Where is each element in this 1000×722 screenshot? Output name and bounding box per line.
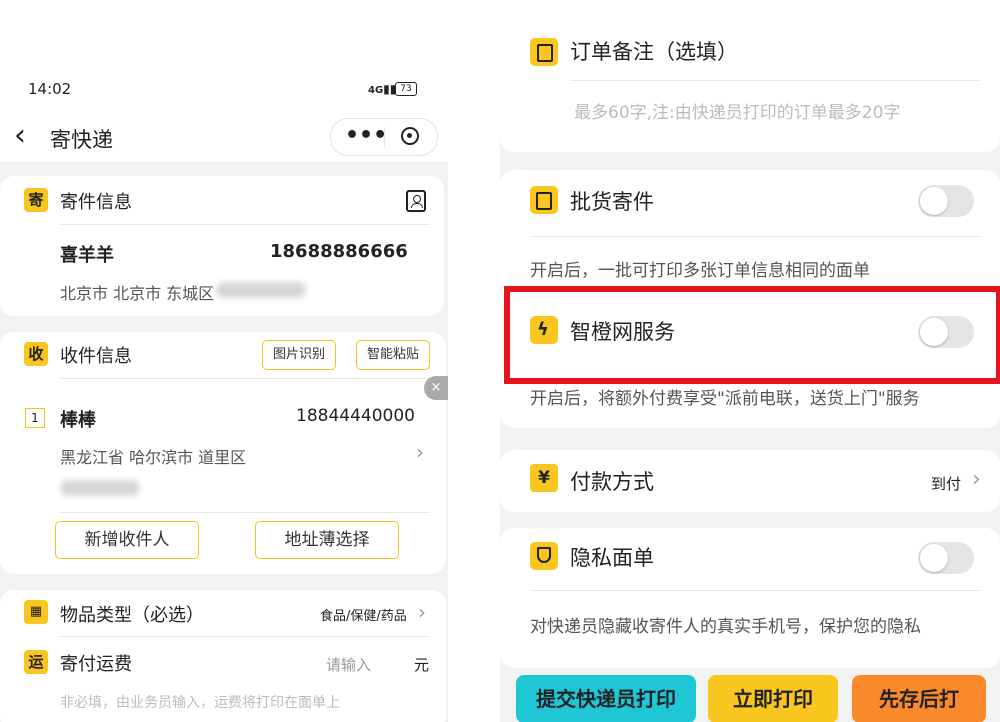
note-icon xyxy=(530,38,558,66)
sender-badge: 寄 xyxy=(24,188,48,212)
payment-title: 付款方式 xyxy=(570,470,654,494)
more-icon[interactable]: ••• xyxy=(345,125,387,147)
remark-input[interactable]: 最多60字,注:由快递员打印的订单最多20字 xyxy=(574,98,900,123)
chevron-right-icon[interactable]: › xyxy=(418,600,426,624)
receiver-name: 棒棒 xyxy=(60,410,96,431)
privacy-card: 隐私面单 对快递员隐藏收寄件人的真实手机号，保护您的隐私 xyxy=(500,528,1000,668)
receiver-index: 1 xyxy=(25,408,45,428)
save-then-print-button[interactable]: 先存后打 xyxy=(852,675,986,722)
receiver-title: 收件信息 xyxy=(60,346,132,367)
sender-card: 寄 寄件信息 喜羊羊 18688886666 北京市 北京市 东城区 xyxy=(0,176,444,316)
privacy-toggle[interactable] xyxy=(918,542,974,574)
freight-unit: 元 xyxy=(414,656,430,674)
divider xyxy=(60,378,430,379)
status-time: 14:02 xyxy=(28,80,72,98)
capsule-divider xyxy=(384,127,385,147)
divider xyxy=(570,80,980,81)
batch-title: 批货寄件 xyxy=(570,190,654,214)
sender-address: 北京市 北京市 东城区 xyxy=(60,284,215,303)
right-screen: 订单备注（选填） 最多60字,注:由快递员打印的订单最多20字 批货寄件 开启后… xyxy=(500,0,1000,722)
payment-badge: ¥ xyxy=(530,464,558,492)
payment-value: 到付 xyxy=(931,475,962,493)
address-book-button[interactable]: 地址薄选择 xyxy=(255,521,399,559)
freight-hint: 非必填，由业务员输入，运费将打印在面单上 xyxy=(60,695,340,711)
remark-title: 订单备注（选填） xyxy=(570,40,738,64)
receiver-address-blurred xyxy=(60,480,140,496)
freight-input[interactable]: 请输入 xyxy=(326,654,371,675)
left-screen: 14:02 4G▮▮ 73 ‹ 寄快递 ••• 寄 寄件信息 喜羊羊 18688… xyxy=(0,0,448,722)
batch-toggle[interactable] xyxy=(918,185,974,217)
divider xyxy=(60,636,430,637)
back-icon[interactable]: ‹ xyxy=(14,118,26,154)
goods-value[interactable]: 食品/保健/药品 xyxy=(320,605,407,624)
batch-desc: 开启后，一批可打印多张订单信息相同的面单 xyxy=(530,261,870,281)
divider xyxy=(60,512,430,513)
sender-title: 寄件信息 xyxy=(60,192,132,213)
add-receiver-button[interactable]: 新增收件人 xyxy=(55,521,199,559)
highlight-box xyxy=(504,286,1000,384)
payment-card[interactable]: ¥ 付款方式 到付 › xyxy=(500,450,1000,512)
goods-card: ▦ 物品类型（必选） 食品/保健/药品 › 运 寄付运费 请输入 元 非必填，由… xyxy=(0,590,446,722)
box-icon xyxy=(530,186,558,214)
divider xyxy=(60,224,430,225)
page-title: 寄快递 xyxy=(50,128,113,152)
privacy-title: 隐私面单 xyxy=(570,546,654,570)
receiver-badge: 收 xyxy=(24,342,48,366)
signal-icon: 4G▮▮ xyxy=(368,82,397,96)
sender-name: 喜羊羊 xyxy=(60,245,114,266)
battery-icon: 73 xyxy=(395,82,417,96)
receiver-card: 收 收件信息 图片识别 智能粘贴 × 1 棒棒 18844440000 黑龙江省… xyxy=(0,332,448,574)
close-miniapp-icon[interactable] xyxy=(401,127,419,145)
grid-icon: ▦ xyxy=(24,600,48,624)
sender-phone: 18688886666 xyxy=(270,241,408,262)
close-icon[interactable]: × xyxy=(424,376,448,400)
smart-paste-button[interactable]: 智能粘贴 xyxy=(356,340,430,370)
receiver-address: 黑龙江省 哈尔滨市 道里区 xyxy=(60,448,247,467)
battery-level: 73 xyxy=(400,84,412,94)
submit-courier-print-button[interactable]: 提交快递员打印 xyxy=(516,675,696,722)
sender-address-blurred xyxy=(216,282,306,298)
freight-badge: 运 xyxy=(24,650,48,674)
goods-title: 物品类型（必选） xyxy=(60,605,204,626)
remark-card: 订单备注（选填） 最多60字,注:由快递员打印的订单最多20字 xyxy=(500,0,1000,152)
print-now-button[interactable]: 立即打印 xyxy=(708,675,838,722)
contacts-icon[interactable] xyxy=(406,190,426,212)
privacy-desc: 对快递员隐藏收寄件人的真实手机号，保护您的隐私 xyxy=(530,617,921,637)
freight-title: 寄付运费 xyxy=(60,654,132,675)
signal-label: 4G xyxy=(368,85,384,96)
image-recognition-button[interactable]: 图片识别 xyxy=(262,340,336,370)
receiver-phone: 18844440000 xyxy=(296,406,415,426)
chevron-right-icon[interactable]: › xyxy=(416,440,424,464)
chevron-right-icon[interactable]: › xyxy=(972,467,981,492)
capsule-menu: ••• xyxy=(330,118,438,156)
divider xyxy=(530,236,980,237)
shield-icon xyxy=(530,542,558,570)
smart-desc: 开启后，将额外付费享受"派前电联，送货上门"服务 xyxy=(530,389,920,409)
divider xyxy=(530,590,980,591)
